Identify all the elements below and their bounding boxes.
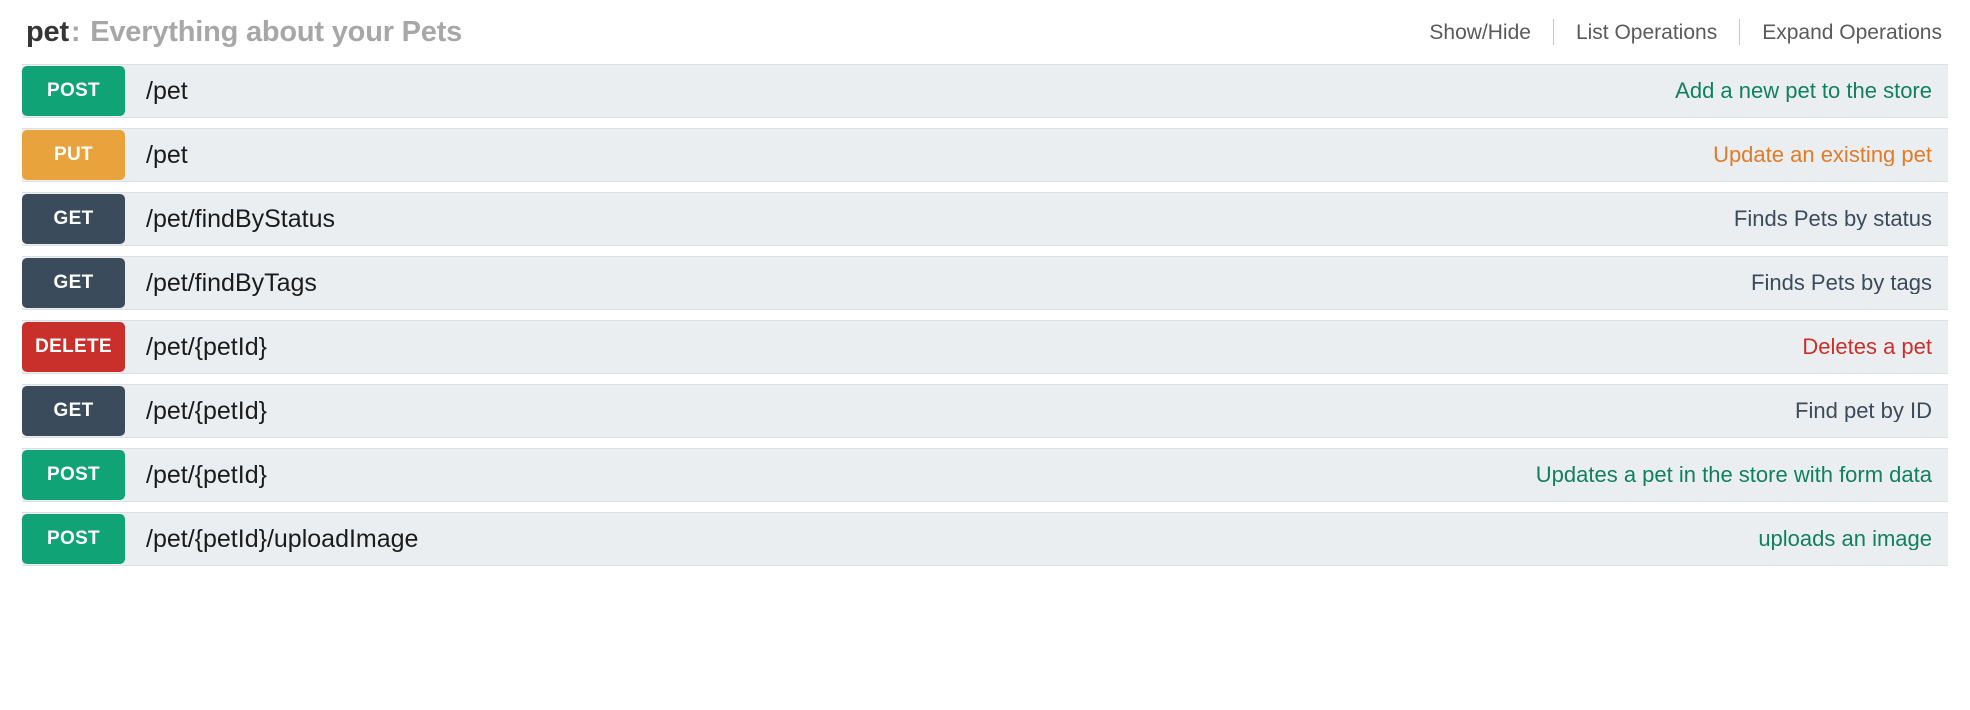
- list-operations-link[interactable]: List Operations: [1576, 22, 1717, 43]
- operation-path[interactable]: /pet/findByTags: [125, 270, 317, 296]
- operation-summary[interactable]: Find pet by ID: [267, 400, 1948, 422]
- http-method-badge[interactable]: GET: [22, 386, 125, 436]
- http-method-badge[interactable]: POST: [22, 66, 125, 116]
- operation-path[interactable]: /pet/{petId}/uploadImage: [125, 526, 418, 552]
- operation-summary[interactable]: Updates a pet in the store with form dat…: [267, 464, 1948, 486]
- operation-summary[interactable]: Update an existing pet: [188, 144, 1948, 166]
- operation-path[interactable]: /pet/{petId}: [125, 334, 267, 360]
- operation-path[interactable]: /pet/findByStatus: [125, 206, 335, 232]
- operation-row[interactable]: POST /pet Add a new pet to the store: [22, 64, 1948, 118]
- operation-row[interactable]: DELETE /pet/{petId} Deletes a pet: [22, 320, 1948, 374]
- http-method-badge[interactable]: POST: [22, 514, 125, 564]
- operation-row[interactable]: POST /pet/{petId} Updates a pet in the s…: [22, 448, 1948, 502]
- resource-options: Show/Hide List Operations Expand Operati…: [1429, 19, 1942, 45]
- page-title[interactable]: pet: Everything about your Pets: [26, 15, 463, 48]
- operations-list: POST /pet Add a new pet to the store PUT…: [22, 64, 1948, 566]
- http-method-badge[interactable]: PUT: [22, 130, 125, 180]
- resource-option-item: Expand Operations: [1717, 19, 1942, 45]
- http-method-badge[interactable]: GET: [22, 258, 125, 308]
- operation-summary[interactable]: Finds Pets by status: [335, 208, 1948, 230]
- operation-summary[interactable]: Finds Pets by tags: [317, 272, 1948, 294]
- operation-row[interactable]: PUT /pet Update an existing pet: [22, 128, 1948, 182]
- api-resource-pet: pet: Everything about your Pets Show/Hid…: [0, 0, 1970, 566]
- operation-path[interactable]: /pet/{petId}: [125, 462, 267, 488]
- operation-summary[interactable]: uploads an image: [418, 528, 1948, 550]
- operation-row[interactable]: GET /pet/findByTags Finds Pets by tags: [22, 256, 1948, 310]
- operation-row[interactable]: GET /pet/findByStatus Finds Pets by stat…: [22, 192, 1948, 246]
- operation-summary[interactable]: Add a new pet to the store: [188, 80, 1948, 102]
- http-method-badge[interactable]: GET: [22, 194, 125, 244]
- resource-header: pet: Everything about your Pets Show/Hid…: [22, 0, 1948, 64]
- resource-title-separator: :: [70, 15, 81, 48]
- expand-operations-link[interactable]: Expand Operations: [1762, 22, 1942, 43]
- operation-path[interactable]: /pet: [125, 78, 188, 104]
- operation-path[interactable]: /pet: [125, 142, 188, 168]
- operation-row[interactable]: GET /pet/{petId} Find pet by ID: [22, 384, 1948, 438]
- resource-option-item: List Operations: [1531, 19, 1717, 45]
- resource-tag-description: Everything about your Pets: [90, 15, 463, 48]
- show-hide-link[interactable]: Show/Hide: [1429, 22, 1531, 43]
- resource-option-item: Show/Hide: [1429, 22, 1531, 43]
- operation-row[interactable]: POST /pet/{petId}/uploadImage uploads an…: [22, 512, 1948, 566]
- http-method-badge[interactable]: POST: [22, 450, 125, 500]
- http-method-badge[interactable]: DELETE: [22, 322, 125, 372]
- operation-path[interactable]: /pet/{petId}: [125, 398, 267, 424]
- operation-summary[interactable]: Deletes a pet: [267, 336, 1948, 358]
- resource-tag-name: pet: [26, 15, 69, 48]
